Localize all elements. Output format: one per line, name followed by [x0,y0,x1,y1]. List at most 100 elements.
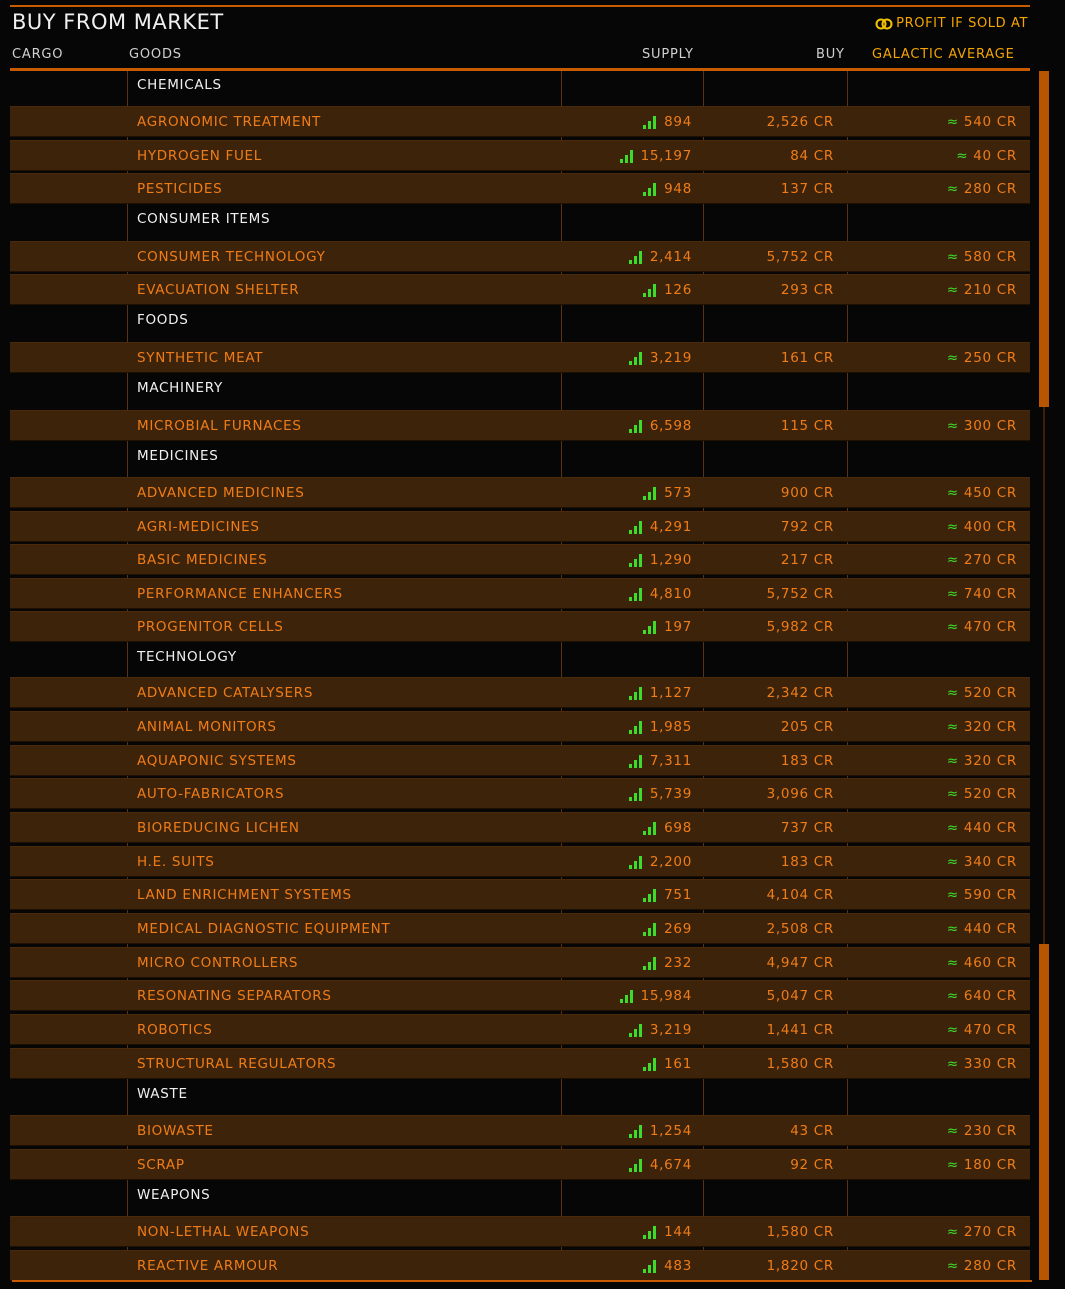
approx-icon: ≈ [946,1157,959,1173]
commodity-row[interactable]: PROGENITOR CELLS 197 5,982 CR ≈470 CR [10,611,1030,642]
galactic-average-value: 180 CR [963,1157,1017,1173]
approx-icon: ≈ [946,820,959,836]
linked-rings-icon [875,18,893,29]
commodity-row[interactable]: SYNTHETIC MEAT 3,219 161 CR ≈250 CR [10,342,1030,373]
galactic-average-value: 450 CR [963,485,1017,501]
commodity-name: SYNTHETIC MEAT [137,350,264,366]
bottom-divider [12,1280,1032,1282]
approx-icon: ≈ [946,786,959,802]
supply-cell: 894 [643,114,692,130]
galactic-average-value: 300 CR [963,418,1017,434]
galactic-average-value: 460 CR [963,955,1017,971]
commodity-row[interactable]: AUTO-FABRICATORS 5,739 3,096 CR ≈520 CR [10,778,1030,809]
column-header-buy[interactable]: BUY [816,47,845,62]
commodity-row[interactable]: MEDICAL DIAGNOSTIC EQUIPMENT 269 2,508 CR ≈… [10,913,1030,944]
buy-price: 2,526 CR [766,114,834,130]
profit-label: PROFIT IF SOLD AT [896,16,1028,31]
approx-icon: ≈ [946,519,959,535]
category-header: WEAPONS [10,1181,1030,1212]
commodity-name: PROGENITOR CELLS [137,619,284,635]
commodity-name: BASIC MEDICINES [137,552,268,568]
commodity-row[interactable]: NON-LETHAL WEAPONS 144 1,580 CR ≈270 CR [10,1216,1030,1247]
supply-level-icon [643,1225,658,1239]
column-header-supply[interactable]: SUPPLY [642,47,694,62]
supply-level-icon [643,922,658,936]
approx-icon: ≈ [946,282,959,298]
commodity-name: ADVANCED MEDICINES [137,485,305,501]
commodity-row[interactable]: MICRO CONTROLLERS 232 4,947 CR ≈460 CR [10,947,1030,978]
scrollbar-thumb-lower[interactable] [1039,944,1049,1280]
galactic-average-cell: ≈270 CR [947,552,1017,568]
profit-indicator[interactable]: PROFIT IF SOLD AT [874,16,1028,31]
commodity-row[interactable]: MICROBIAL FURNACES 6,598 115 CR ≈300 CR [10,410,1030,441]
commodity-row[interactable]: BIOREDUCING LICHEN 698 737 CR ≈440 CR [10,812,1030,843]
commodity-row[interactable]: SCRAP 4,674 92 CR ≈180 CR [10,1149,1030,1180]
commodity-row[interactable]: ADVANCED MEDICINES 573 900 CR ≈450 CR [10,477,1030,508]
buy-price: 792 CR [780,519,834,535]
commodity-row[interactable]: STRUCTURAL REGULATORS 161 1,580 CR ≈330 CR [10,1048,1030,1079]
buy-price: 5,752 CR [766,586,834,602]
commodity-row[interactable]: BIOWASTE 1,254 43 CR ≈230 CR [10,1115,1030,1146]
commodity-row[interactable]: ROBOTICS 3,219 1,441 CR ≈470 CR [10,1014,1030,1045]
commodity-row[interactable]: AGRONOMIC TREATMENT 894 2,526 CR ≈540 CR [10,106,1030,137]
supply-cell: 232 [643,955,692,971]
column-header-goods[interactable]: GOODS [129,47,182,62]
buy-price: 2,342 CR [766,685,834,701]
supply-cell: 1,290 [628,552,692,568]
commodity-row[interactable]: ANIMAL MONITORS 1,985 205 CR ≈320 CR [10,711,1030,742]
supply-cell: 483 [643,1258,692,1274]
approx-icon: ≈ [956,148,969,164]
commodity-row[interactable]: CONSUMER TECHNOLOGY 2,414 5,752 CR ≈580 CR [10,241,1030,272]
galactic-average-value: 210 CR [963,282,1017,298]
supply-level-icon [628,1023,644,1037]
galactic-average-cell: ≈460 CR [947,955,1017,971]
galactic-average-cell: ≈470 CR [947,619,1017,635]
goods-table: CHEMICALS AGRONOMIC TREATMENT 894 2,526 CR ≈… [0,71,1065,1281]
commodity-row[interactable]: PERFORMANCE ENHANCERS 4,810 5,752 CR ≈740 C… [10,578,1030,609]
galactic-average-value: 470 CR [963,619,1017,635]
scrollbar-thumb[interactable] [1039,71,1049,407]
commodity-name: PESTICIDES [137,181,223,197]
commodity-name: MEDICAL DIAGNOSTIC EQUIPMENT [137,921,391,937]
commodity-row[interactable]: AGRI-MEDICINES 4,291 792 CR ≈400 CR [10,511,1030,542]
supply-cell: 4,810 [628,586,692,602]
commodity-row[interactable]: REACTIVE ARMOUR 483 1,820 CR ≈280 CR [10,1250,1030,1281]
buy-price: 3,096 CR [766,786,834,802]
buy-price: 737 CR [780,820,834,836]
approx-icon: ≈ [946,719,959,735]
galactic-average-value: 590 CR [963,887,1017,903]
galactic-average-cell: ≈340 CR [947,854,1017,870]
commodity-row[interactable]: EVACUATION SHELTER 126 293 CR ≈210 CR [10,274,1030,305]
galactic-average-cell: ≈640 CR [947,988,1017,1004]
category-header: MEDICINES [10,442,1030,473]
buy-price: 4,104 CR [766,887,834,903]
column-header-galactic-average[interactable]: GALACTIC AVERAGE [872,47,1015,62]
supply-level-icon [628,553,644,567]
supply-cell: 6,598 [628,418,692,434]
commodity-row[interactable]: RESONATING SEPARATORS 15,984 5,047 CR ≈640 … [10,980,1030,1011]
supply-cell: 7,311 [628,753,692,769]
commodity-row[interactable]: H.E. SUITS 2,200 183 CR ≈340 CR [10,846,1030,877]
supply-cell: 573 [643,485,692,501]
column-header-cargo[interactable]: CARGO [12,47,63,62]
commodity-name: MICRO CONTROLLERS [137,955,299,971]
commodity-row[interactable]: ADVANCED CATALYSERS 1,127 2,342 CR ≈520 CR [10,677,1030,708]
supply-value: 2,414 [649,249,692,265]
commodity-name: CONSUMER TECHNOLOGY [137,249,326,265]
commodity-name: AQUAPONIC SYSTEMS [137,753,297,769]
commodity-row[interactable]: PESTICIDES 948 137 CR ≈280 CR [10,173,1030,204]
supply-level-icon [643,182,658,196]
supply-level-icon [628,587,644,601]
commodity-row[interactable]: AQUAPONIC SYSTEMS 7,311 183 CR ≈320 CR [10,745,1030,776]
commodity-row[interactable]: BASIC MEDICINES 1,290 217 CR ≈270 CR [10,544,1030,575]
supply-cell: 751 [643,887,692,903]
panel-title: BUY FROM MARKET [12,10,224,34]
category-name: MEDICINES [137,448,219,464]
commodity-row[interactable]: HYDROGEN FUEL 15,197 84 CR ≈40 CR [10,140,1030,171]
category-header: WASTE [10,1080,1030,1111]
buy-price: 205 CR [780,719,834,735]
supply-value: 3,219 [649,1022,692,1038]
supply-value: 483 [664,1258,692,1274]
galactic-average-cell: ≈280 CR [947,181,1017,197]
commodity-row[interactable]: LAND ENRICHMENT SYSTEMS 751 4,104 CR ≈590 C… [10,879,1030,910]
